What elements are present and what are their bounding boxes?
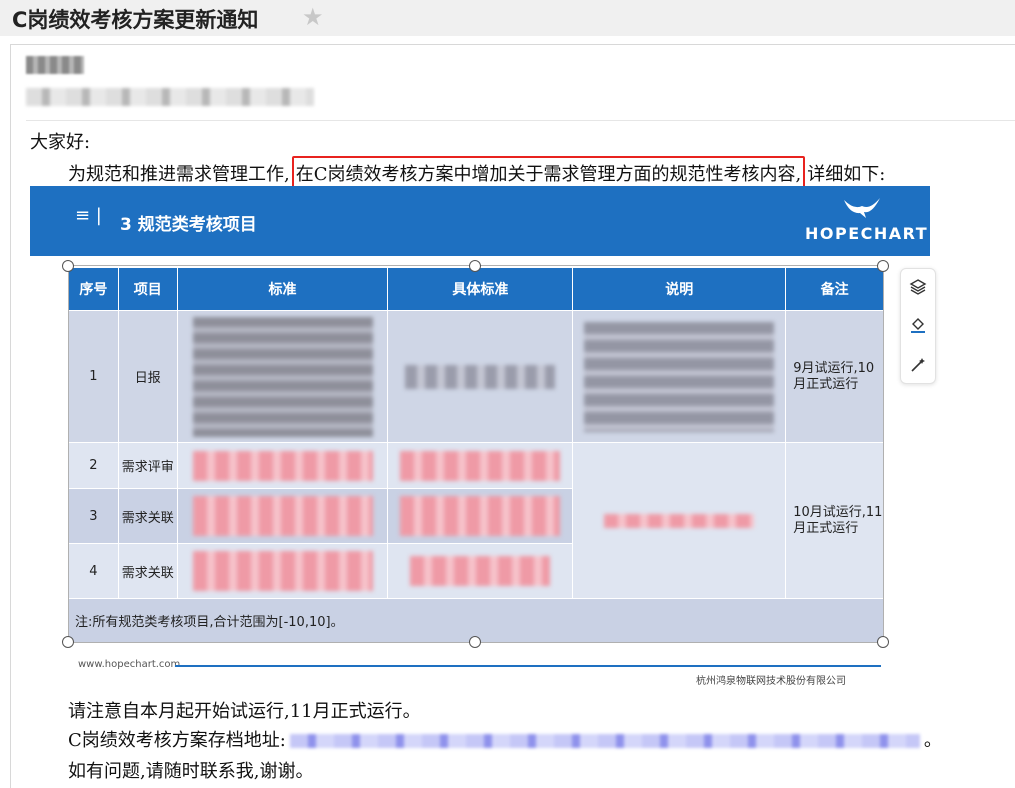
header-divider bbox=[26, 120, 1015, 121]
archive-end: 。 bbox=[923, 730, 942, 751]
intro-after: 详细如下: bbox=[807, 164, 886, 185]
resize-handle[interactable] bbox=[469, 260, 481, 272]
brand-bird-icon bbox=[844, 198, 880, 218]
archive-label: C岗绩效考核方案存档地址: bbox=[68, 730, 286, 751]
standard-redacted bbox=[176, 310, 389, 443]
subject-bar: C岗绩效考核方案更新通知 ★ bbox=[0, 0, 1015, 36]
resize-handle[interactable] bbox=[877, 260, 889, 272]
email-subject: C岗绩效考核方案更新通知 bbox=[12, 8, 259, 32]
intro-paragraph: 为规范和推进需求管理工作, 在C岗绩效考核方案中增加关于需求管理方面的规范性考核内… bbox=[68, 156, 885, 189]
slide-banner: ≡ | 3 规范类考核项目 HOPECHART bbox=[30, 186, 930, 256]
header-standard: 标准 bbox=[176, 267, 389, 311]
row-remark: 9月试运行,10月正式运行 bbox=[785, 310, 884, 443]
header-detail: 具体标准 bbox=[387, 267, 574, 311]
row-item: 需求评审 bbox=[117, 442, 178, 489]
contact-text: 如有问题,请随时联系我,谢谢。 bbox=[68, 761, 314, 782]
explanation-redacted bbox=[572, 310, 787, 443]
highlighted-phrase: 在C岗绩效考核方案中增加关于需求管理方面的规范性考核内容, bbox=[291, 156, 806, 189]
detail-redacted bbox=[387, 543, 574, 599]
row-item: 需求关联 bbox=[117, 543, 178, 599]
merged-remark: 10月试运行,11月正式运行 bbox=[785, 442, 884, 599]
footer-url: www.hopechart.com bbox=[78, 659, 181, 670]
footer-divider bbox=[175, 665, 881, 667]
sender-address-redacted bbox=[26, 88, 314, 106]
standard-redacted bbox=[176, 488, 389, 544]
detail-redacted bbox=[387, 310, 574, 443]
row-item: 需求关联 bbox=[117, 488, 178, 544]
section-title: 3 规范类考核项目 bbox=[120, 215, 257, 235]
footer-company: 杭州鸿泉物联网技术股份有限公司 bbox=[696, 676, 846, 687]
row-number: 2 bbox=[68, 442, 119, 489]
rules-table[interactable]: 序号 项目 标准 具体标准 说明 备注 1 日报 9月试运行,10月正式运行 2… bbox=[68, 267, 884, 643]
archive-link-line: C岗绩效考核方案存档地址: 。 bbox=[68, 726, 942, 752]
row-item: 日报 bbox=[117, 310, 178, 443]
archive-link-redacted[interactable] bbox=[289, 734, 920, 748]
header-no: 序号 bbox=[68, 267, 119, 311]
detail-redacted bbox=[387, 442, 574, 489]
list-icon: ≡ | bbox=[75, 205, 102, 226]
trial-note: 请注意自本月起开始试运行,11月正式运行。 bbox=[68, 701, 421, 722]
row-number: 4 bbox=[68, 543, 119, 599]
standard-redacted bbox=[176, 543, 389, 599]
header-item: 项目 bbox=[117, 267, 178, 311]
paint-bucket-icon[interactable] bbox=[904, 311, 932, 339]
star-icon[interactable]: ★ bbox=[302, 3, 324, 31]
detail-redacted bbox=[387, 488, 574, 544]
resize-handle[interactable] bbox=[469, 636, 481, 648]
intro-before: 为规范和推进需求管理工作, bbox=[68, 164, 290, 185]
header-explanation: 说明 bbox=[572, 267, 787, 311]
row-number: 3 bbox=[68, 488, 119, 544]
explanation-redacted bbox=[572, 442, 787, 599]
sender-name-redacted bbox=[26, 56, 84, 74]
resize-handle[interactable] bbox=[877, 636, 889, 648]
standard-redacted bbox=[176, 442, 389, 489]
header-remark: 备注 bbox=[785, 267, 884, 311]
brand-logo: HOPECHART bbox=[805, 224, 929, 243]
magic-wand-icon[interactable] bbox=[904, 351, 932, 379]
layers-icon[interactable] bbox=[904, 273, 932, 301]
resize-handle[interactable] bbox=[62, 260, 74, 272]
resize-handle[interactable] bbox=[62, 636, 74, 648]
image-toolbar bbox=[900, 268, 936, 384]
greeting-text: 大家好: bbox=[30, 132, 91, 153]
row-number: 1 bbox=[68, 310, 119, 443]
